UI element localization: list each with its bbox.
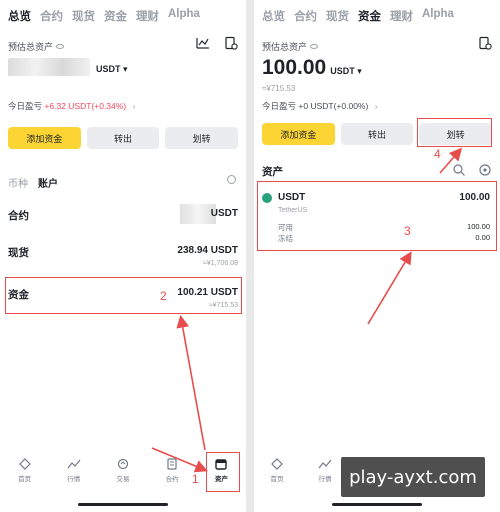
tab-earn[interactable]: 理财 — [136, 8, 159, 24]
nav-market[interactable]: 行情 — [306, 458, 344, 498]
futures-icon — [167, 458, 177, 470]
tab-funding[interactable]: 资金 — [104, 8, 127, 24]
highlight-transfer-button — [417, 118, 492, 147]
market-icon — [67, 459, 81, 469]
today-pnl[interactable]: 今日盈亏 +6.32 USDT(+0.34%) › — [8, 100, 135, 112]
header-icons — [196, 36, 238, 50]
annotation-4: 4 — [434, 147, 441, 161]
tab-spot[interactable]: 现货 — [72, 8, 95, 24]
eye-icon[interactable] — [310, 44, 319, 49]
tab-spot[interactable]: 现货 — [326, 8, 349, 24]
header-icons — [478, 36, 492, 50]
search-icon[interactable] — [452, 163, 466, 177]
watermark: play-ayxt.com — [341, 457, 485, 497]
sub-tabs: 币种 账户 — [8, 175, 58, 190]
nav-trade[interactable]: 交易 — [104, 458, 142, 498]
hidden-balance — [8, 58, 90, 76]
estimated-total-label: 预估总资产 — [262, 40, 319, 53]
tab-by-coin[interactable]: 币种 — [8, 175, 28, 190]
highlight-funding-row — [5, 277, 242, 314]
chart-icon[interactable] — [196, 36, 210, 50]
tab-alpha[interactable]: Alpha — [168, 8, 200, 24]
annotation-2: 2 — [160, 289, 167, 303]
nav-home[interactable]: 首页 — [6, 458, 44, 498]
left-screen: 总览 合约 现货 资金 理财 Alpha 预估总资产 USDT ▾ 今日盈亏 +… — [0, 0, 246, 512]
tab-alpha[interactable]: Alpha — [422, 8, 454, 24]
nav-market[interactable]: 行情 — [55, 458, 93, 498]
tab-funding[interactable]: 资金 — [358, 8, 381, 24]
balance-unit-selector[interactable]: USDT ▾ — [96, 64, 128, 75]
eye-icon[interactable] — [56, 44, 65, 49]
assets-heading: 资产 — [262, 166, 283, 178]
tab-overview[interactable]: 总览 — [262, 8, 285, 24]
transfer-button[interactable]: 划转 — [165, 127, 239, 149]
tab-futures[interactable]: 合约 — [294, 8, 317, 24]
annotation-3: 3 — [404, 224, 411, 238]
top-tabs: 总览 合约 现货 资金 理财 Alpha — [8, 8, 200, 24]
highlight-usdt-asset — [257, 181, 497, 251]
wallet-history-icon[interactable] — [478, 36, 492, 50]
add-funds-button[interactable]: 添加资金 — [8, 127, 81, 149]
tab-earn[interactable]: 理财 — [390, 8, 413, 24]
tab-futures[interactable]: 合约 — [40, 8, 63, 24]
withdraw-button[interactable]: 转出 — [340, 123, 414, 145]
tab-overview[interactable]: 总览 — [8, 8, 31, 24]
highlight-assets-nav — [206, 452, 240, 492]
asset-tools — [452, 163, 492, 177]
withdraw-button[interactable]: 转出 — [86, 127, 160, 149]
action-buttons: 添加资金 转出 划转 — [8, 127, 239, 149]
home-icon — [18, 458, 31, 470]
wallet-history-icon[interactable] — [224, 36, 238, 50]
nav-home[interactable]: 首页 — [258, 458, 296, 498]
trade-icon — [117, 458, 129, 470]
chevron-right-icon: › — [374, 101, 378, 111]
chevron-right-icon: › — [132, 101, 136, 111]
home-icon — [271, 458, 283, 470]
balance-unit-selector[interactable]: USDT ▾ — [330, 66, 362, 76]
settings-icon[interactable] — [478, 163, 492, 177]
right-screen: 总览 合约 现货 资金 理财 Alpha 预估总资产 100.00 USDT ▾ … — [254, 0, 500, 512]
nav-futures[interactable]: 合约 — [153, 458, 191, 498]
top-tabs: 总览 合约 现货 资金 理财 Alpha — [262, 8, 454, 24]
annotation-1: 1 — [192, 472, 199, 486]
total-balance: 100.00 USDT ▾ — [262, 56, 362, 79]
settings-icon[interactable] — [227, 175, 236, 184]
balance-cny: ≈¥715.53 — [262, 84, 296, 93]
home-indicator — [78, 503, 168, 506]
tab-by-account[interactable]: 账户 — [38, 175, 58, 190]
add-funds-button[interactable]: 添加资金 — [262, 123, 335, 145]
home-indicator — [332, 503, 422, 506]
today-pnl[interactable]: 今日盈亏 +0 USDT(+0.00%) › — [262, 100, 378, 112]
market-icon — [318, 459, 332, 469]
estimated-total-label: 预估总资产 — [8, 40, 65, 53]
